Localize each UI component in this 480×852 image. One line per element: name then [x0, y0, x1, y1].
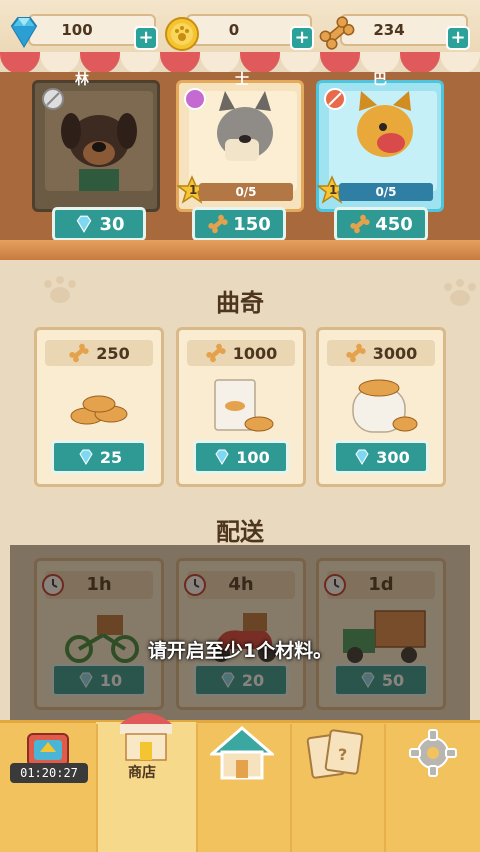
buy-dog-2-button[interactable]: 150	[192, 207, 286, 241]
dog-3-price: 450	[375, 213, 413, 235]
locked-icon	[42, 88, 64, 110]
cards-icon: ?	[306, 729, 364, 779]
svg-text:?: ?	[338, 745, 347, 764]
add-coins-button[interactable]: +	[290, 26, 314, 50]
buy-cookies-250-button[interactable]: 25	[51, 440, 147, 474]
cookie-amount-box: 250	[45, 340, 153, 366]
coins-value: 0	[228, 21, 240, 39]
cookie-jar-icon	[352, 379, 418, 433]
nav-tv-rewards[interactable]: 01:20:27	[0, 722, 96, 852]
dog-progress: 0/5	[339, 183, 433, 201]
cookie-amount: 1000	[232, 343, 278, 363]
dog-2-price: 150	[233, 213, 271, 235]
nav-shop[interactable]: 商店	[96, 713, 196, 852]
dog-progress: 0/5	[199, 183, 293, 201]
bone-icon	[69, 343, 89, 363]
gear-icon	[409, 729, 457, 777]
cookie-price: 300	[376, 447, 410, 467]
coin-icon	[165, 17, 199, 51]
dog-card-3[interactable]: 巴 1 0/5	[316, 72, 444, 212]
dog-card-1[interactable]: 林	[32, 72, 160, 212]
nav-home[interactable]	[196, 722, 290, 852]
cookie-amount: 3000	[372, 343, 418, 363]
locked-icon	[324, 88, 346, 110]
nav-settings[interactable]	[384, 722, 480, 852]
dog-name: 士	[235, 72, 249, 88]
toast-message: 请开启至少1个材料。	[147, 640, 333, 662]
gem-icon	[79, 449, 93, 465]
add-bones-button[interactable]: +	[446, 26, 470, 50]
shelf-board	[0, 240, 480, 260]
dim-overlay	[10, 545, 470, 723]
buy-dog-1-button[interactable]: 30	[52, 207, 146, 241]
cookie-amount-box: 3000	[327, 340, 435, 366]
nav-cards[interactable]: ?	[290, 722, 384, 852]
bone-icon	[319, 16, 355, 50]
buy-dog-3-button[interactable]: 450	[334, 207, 428, 241]
dog-name: 巴	[373, 72, 387, 88]
bone-icon	[350, 214, 370, 234]
bones-value: 234	[373, 21, 405, 39]
dog-1-price: 30	[99, 213, 125, 235]
shop-label: 商店	[128, 765, 156, 781]
cookies-section-title: 曲奇	[216, 289, 264, 317]
gems-value: 100	[61, 21, 93, 39]
dog-card-2[interactable]: 士 1 0/5	[176, 72, 304, 212]
gem-icon	[355, 449, 369, 465]
cookie-price: 100	[236, 447, 270, 467]
cookie-pack-small[interactable]: 250 25	[34, 327, 164, 487]
cookie-amount-box: 1000	[187, 340, 295, 366]
delivery-section-title: 配送	[216, 518, 264, 546]
bone-icon	[346, 343, 366, 363]
cookie-price: 25	[99, 447, 123, 467]
cookie-pack-large[interactable]: 3000 300	[316, 327, 446, 487]
bone-icon	[208, 214, 228, 234]
shop-icon	[120, 713, 172, 761]
home-icon	[210, 726, 274, 780]
badge-icon	[184, 88, 206, 110]
cookie-amount: 250	[96, 343, 130, 363]
bone-cookies-pile-icon	[70, 395, 128, 425]
add-gems-button[interactable]: +	[134, 26, 158, 50]
buy-cookies-1000-button[interactable]: 100	[193, 440, 289, 474]
gem-icon	[77, 215, 92, 233]
cookie-pack-medium[interactable]: 1000 100	[176, 327, 306, 487]
gem-icon	[10, 17, 38, 48]
gem-icon	[215, 449, 229, 465]
dog-level: 1	[189, 183, 198, 197]
buy-cookies-3000-button[interactable]: 300	[333, 440, 429, 474]
reward-timer: 01:20:27	[10, 763, 88, 783]
cookie-bag-icon	[214, 379, 274, 432]
dog-name: 林	[75, 72, 89, 88]
bone-icon	[206, 343, 226, 363]
dog-level: 1	[329, 183, 338, 197]
